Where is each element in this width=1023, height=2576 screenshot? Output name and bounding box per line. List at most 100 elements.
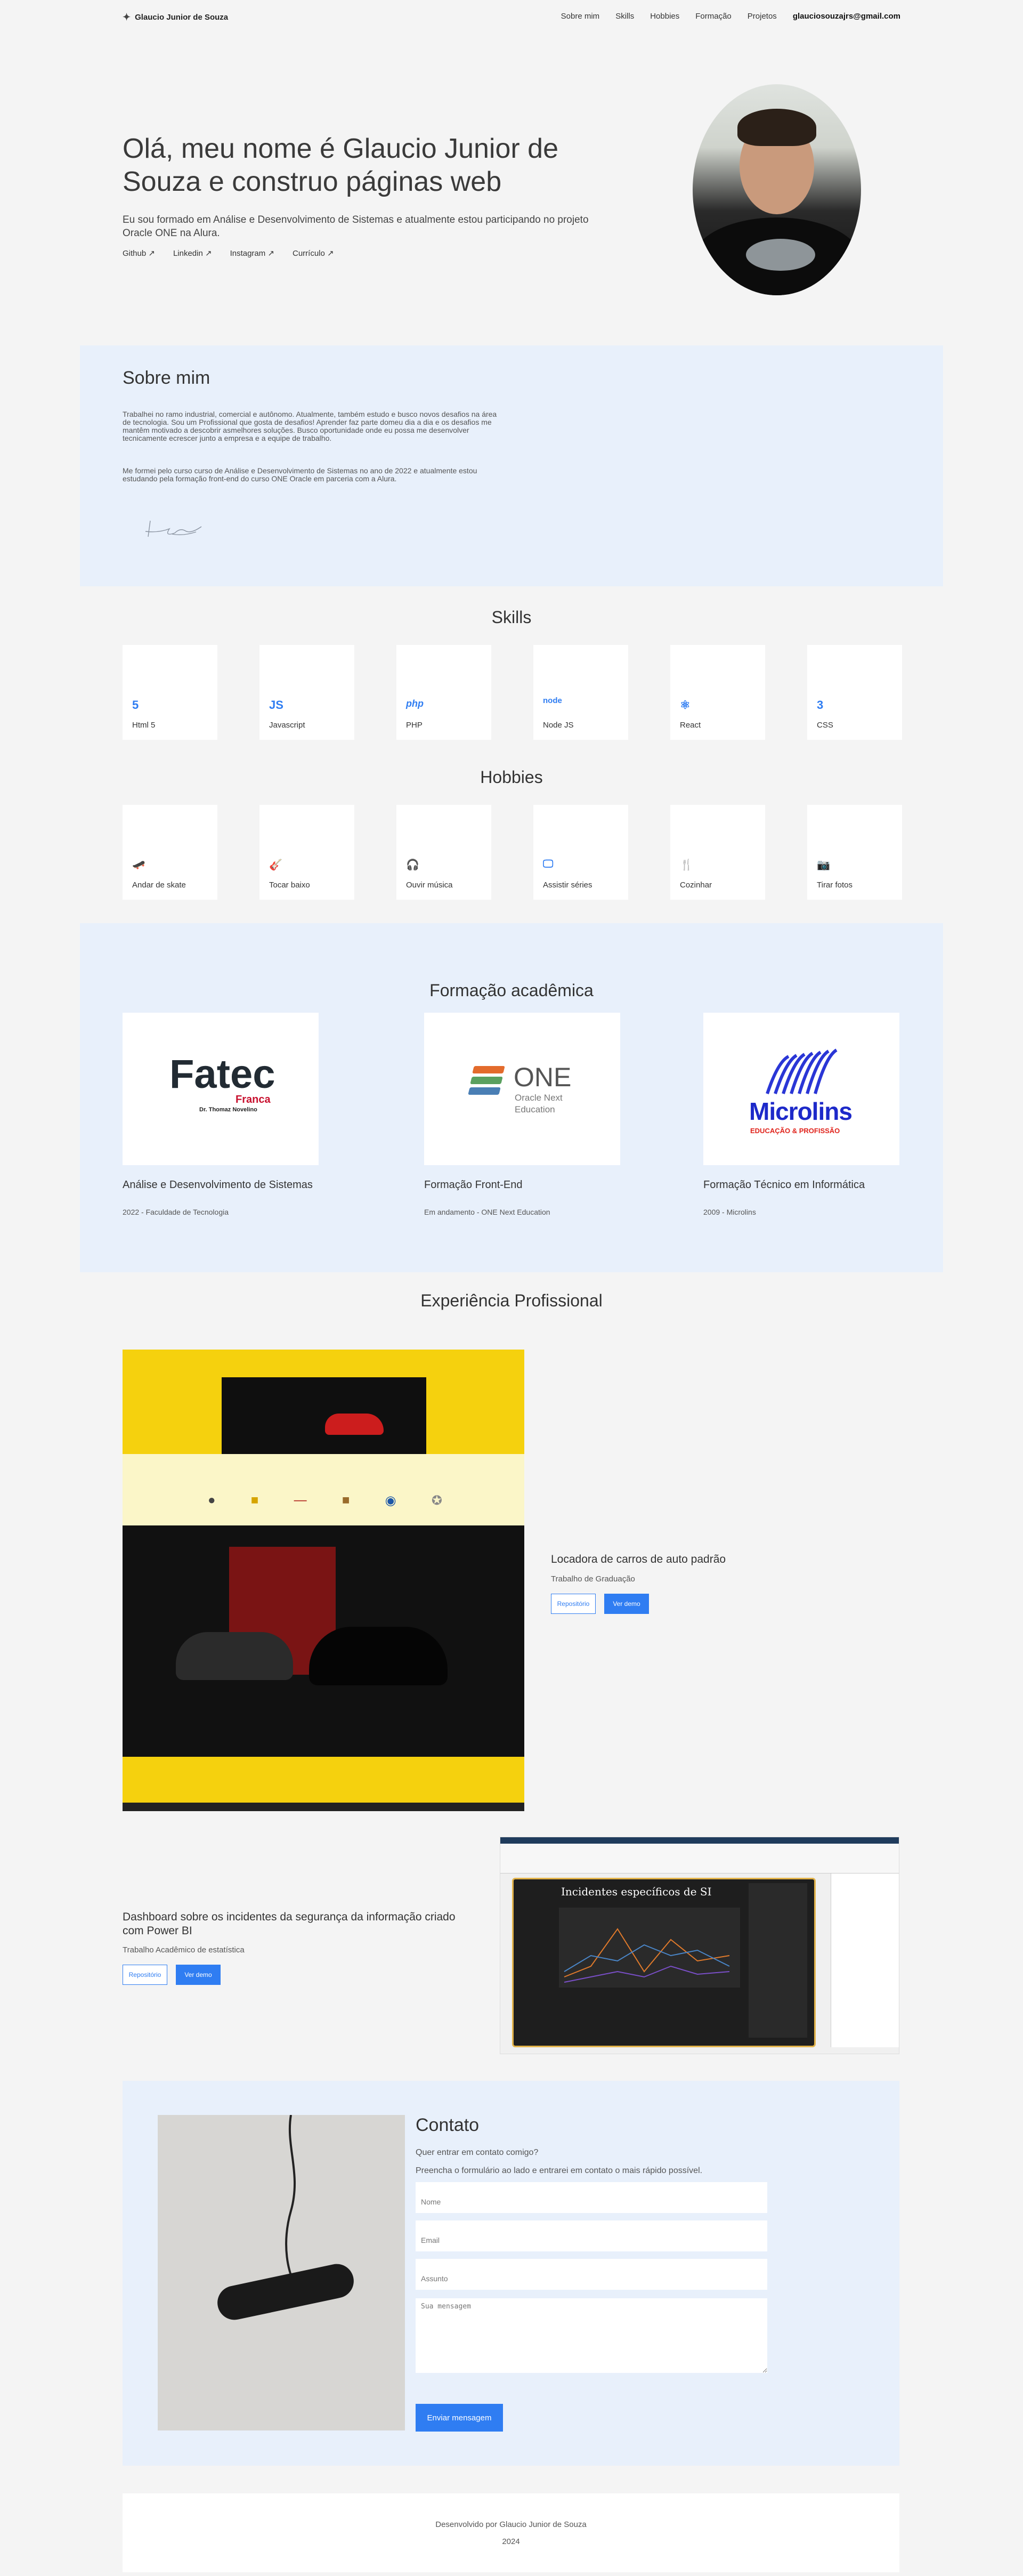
formacao-sub: 2009 - Microlins — [703, 1208, 756, 1216]
email-field[interactable] — [416, 2220, 767, 2251]
microlins-stripes — [766, 1048, 838, 1094]
hero-title: Olá, meu nome é Glaucio Junior de Souza … — [123, 133, 558, 197]
about-paragraph-2: Me formei pelo curso curso de Análise e … — [123, 466, 477, 483]
hero-text: Eu sou formado em Análise e Desenvolvime… — [123, 214, 589, 239]
nav-item-sobre[interactable]: Sobre mim — [561, 12, 600, 21]
formacao-name: Análise e Desenvolvimento de Sistemas — [123, 1179, 313, 1191]
brand[interactable]: ✦ Glaucio Junior de Souza — [123, 12, 228, 23]
fatec-logo-extra: Dr. Thomaz Novelino — [199, 1107, 257, 1113]
telephone-image — [158, 2114, 405, 2430]
signature-image — [145, 520, 202, 537]
camera-icon: 📷 — [817, 859, 830, 871]
nodejs-icon: node — [543, 696, 562, 705]
html5-icon: 5 — [132, 698, 139, 712]
nav-item-formacao[interactable]: Formação — [695, 12, 732, 21]
javascript-icon: JS — [269, 698, 283, 712]
nav-item-hobbies[interactable]: Hobbies — [650, 12, 679, 21]
message-field[interactable] — [416, 2298, 767, 2373]
nav-menu: Sobre mim Skills Hobbies Formação Projet… — [561, 12, 900, 21]
formacao-name: Formação Técnico em Informática — [703, 1179, 865, 1191]
project-1-sub: Trabalho de Graduação — [551, 1574, 635, 1584]
formacao-title: Formação acadêmica — [429, 981, 594, 1000]
hobby-card: 📷 Tirar fotos — [807, 805, 902, 900]
hobbies-grid: 🛹 Andar de skate 🎸 Tocar baixo 🎧 Ouvir músi… — [123, 805, 902, 900]
hobbies-title: Hobbies — [480, 768, 543, 787]
project-2-sub: Trabalho Acadêmico de estatística — [123, 1945, 245, 1955]
project-2-screenshot[interactable]: Incidentes específicos de SI — [500, 1837, 899, 2054]
about-paragraph-1: Trabalhei no ramo industrial, comercial … — [123, 410, 497, 442]
project-2-name: Dashboard sobre os incidentes da seguran… — [123, 1911, 456, 1937]
instagram-link[interactable]: Instagram ↗ — [230, 248, 274, 258]
hobby-card: 🎧 Ouvir música — [396, 805, 491, 900]
skill-card: 3 CSS — [807, 645, 902, 740]
subject-field[interactable] — [416, 2259, 767, 2290]
skill-label: PHP — [406, 721, 423, 730]
nav-item-projetos[interactable]: Projetos — [748, 12, 777, 21]
hobby-label: Andar de skate — [132, 881, 186, 890]
nav-email-link[interactable]: glauciosouzajrs@gmail.com — [793, 12, 900, 21]
skill-card: node Node JS — [533, 645, 628, 740]
hobby-label: Cozinhar — [680, 881, 712, 890]
sparkle-icon: ✦ — [123, 12, 131, 22]
skill-card: 5 Html 5 — [123, 645, 217, 740]
contact-section: Contato Quer entrar em contato comigo? P… — [123, 2081, 899, 2466]
project-2-repo-button[interactable]: Repositório — [123, 1965, 167, 1985]
footer: Desenvolvido por Glaucio Junior de Souza… — [123, 2493, 899, 2572]
one-logo: ONE Oracle Next Education — [424, 1013, 620, 1165]
fatec-logo: Fatec Franca Dr. Thomaz Novelino — [123, 1013, 319, 1165]
guitar-icon: 🎸 — [269, 859, 282, 871]
project-1-repo-button[interactable]: Repositório — [551, 1594, 596, 1614]
curriculo-link[interactable]: Currículo ↗ — [293, 248, 334, 258]
utensils-icon: 🍴 — [680, 859, 693, 871]
project-1-name: Locadora de carros de auto padrão — [551, 1553, 726, 1565]
tv-icon: 🖵 — [543, 858, 554, 870]
project-1-screenshot[interactable]: ● ■ — ■ ◉ ✪ — [123, 1350, 524, 1811]
skate-icon: 🛹 — [132, 859, 145, 871]
skill-card: JS Javascript — [259, 645, 354, 740]
project-1-demo-button[interactable]: Ver demo — [604, 1594, 649, 1614]
react-icon: ⚛ — [680, 698, 691, 712]
about-section: Sobre mim Trabalhei no ramo industrial, … — [80, 345, 943, 586]
hobby-card: 🍴 Cozinhar — [670, 805, 765, 900]
name-field[interactable] — [416, 2182, 767, 2213]
footer-credit: Desenvolvido por Glaucio Junior de Souza — [435, 2520, 587, 2529]
hobby-label: Ouvir música — [406, 881, 453, 890]
hobby-card: 🎸 Tocar baixo — [259, 805, 354, 900]
skill-label: CSS — [817, 721, 833, 730]
social-links: Github ↗ Linkedin ↗ Instagram ↗ Currícul… — [123, 248, 334, 258]
hobby-card: 🖵 Assistir séries — [533, 805, 628, 900]
hobby-card: 🛹 Andar de skate — [123, 805, 217, 900]
headphones-icon: 🎧 — [406, 859, 419, 871]
brand-name: Glaucio Junior de Souza — [135, 13, 229, 22]
linkedin-link[interactable]: Linkedin ↗ — [173, 248, 212, 258]
about-title: Sobre mim — [123, 368, 210, 388]
send-button[interactable]: Enviar mensagem — [416, 2404, 503, 2432]
microlins-logo-sub: EDUCAÇÃO & PROFISSÃO — [750, 1127, 840, 1135]
skill-label: Html 5 — [132, 721, 156, 730]
contact-title: Contato — [416, 2115, 480, 2135]
skills-title: Skills — [491, 608, 532, 627]
github-link[interactable]: Github ↗ — [123, 248, 155, 258]
top-navbar: ✦ Glaucio Junior de Souza Sobre mim Skil… — [0, 0, 1023, 35]
php-icon: php — [406, 698, 424, 709]
skill-label: Javascript — [269, 721, 305, 730]
microlins-logo-text: Microlins — [749, 1097, 852, 1125]
dashboard-title: Incidentes específicos de SI — [561, 1885, 712, 1898]
project-2-demo-button[interactable]: Ver demo — [176, 1965, 221, 1985]
skill-label: Node JS — [543, 721, 574, 730]
profile-photo — [693, 84, 861, 295]
hobby-label: Assistir séries — [543, 881, 592, 890]
hobby-label: Tirar fotos — [817, 881, 852, 890]
contact-description: Preencha o formulário ao lado e entrarei… — [416, 2166, 703, 2175]
one-logo-text: ONE — [514, 1062, 572, 1092]
hobby-label: Tocar baixo — [269, 881, 310, 890]
formacao-name: Formação Front-End — [424, 1179, 523, 1191]
skill-label: React — [680, 721, 701, 730]
nav-item-skills[interactable]: Skills — [615, 12, 634, 21]
one-logo-sub: Oracle Next — [515, 1093, 563, 1103]
skills-grid: 5 Html 5 JS Javascript php PHP node Node JS … — [123, 645, 902, 740]
fatec-logo-sub: Franca — [236, 1094, 271, 1105]
microlins-logo: Microlins EDUCAÇÃO & PROFISSÃO — [703, 1013, 899, 1165]
css-icon: 3 — [817, 698, 824, 712]
contact-question: Quer entrar em contato comigo? — [416, 2148, 539, 2157]
